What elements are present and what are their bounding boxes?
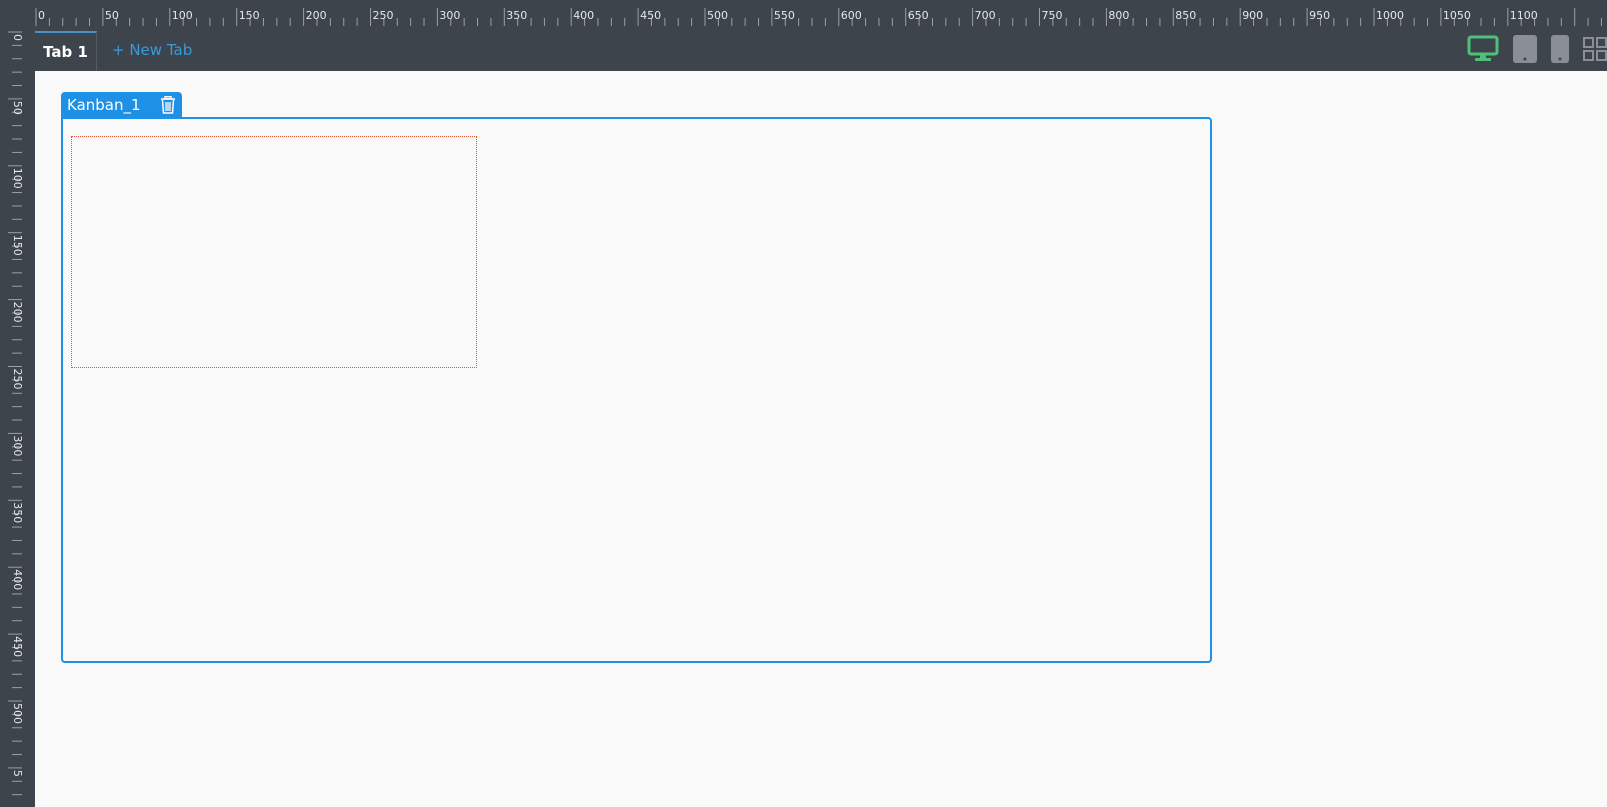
tab-bar: Tab 1 + New Tab [34, 30, 1607, 71]
ruler-label: 200 [306, 9, 327, 22]
tablet-icon[interactable] [1513, 35, 1537, 67]
ruler-label: 300 [11, 435, 24, 456]
ruler-label: 150 [11, 235, 24, 256]
ruler-label: 100 [11, 168, 24, 189]
ruler-label: 500 [707, 9, 728, 22]
kanban-widget[interactable] [61, 117, 1212, 663]
design-canvas[interactable]: Kanban_1 [35, 71, 1607, 807]
ruler-label: 950 [1309, 9, 1330, 22]
ruler-label: 350 [506, 9, 527, 22]
ruler-label: 1000 [1376, 9, 1404, 22]
ruler-label: 250 [373, 9, 394, 22]
ruler-label: 450 [640, 9, 661, 22]
ruler-label: 550 [774, 9, 795, 22]
ruler-label: 900 [1242, 9, 1263, 22]
tab-1[interactable]: Tab 1 [35, 31, 97, 71]
vertical-ruler: 0 50 100 150 200 250 300 350 400 450 500 5 [0, 30, 34, 807]
ruler-label: 450 [11, 636, 24, 657]
ruler-label: 700 [975, 9, 996, 22]
ruler-label: 0 [38, 9, 45, 22]
grid-icon[interactable] [1583, 37, 1607, 65]
ruler-label: 800 [1108, 9, 1129, 22]
kanban-column-placeholder[interactable] [71, 136, 477, 368]
ruler-label: 300 [439, 9, 460, 22]
ruler-label: 50 [11, 101, 24, 115]
new-tab-button[interactable]: + New Tab [112, 39, 192, 61]
ruler-label: 1050 [1443, 9, 1471, 22]
ruler-label: 400 [573, 9, 594, 22]
ruler-label: 600 [841, 9, 862, 22]
ruler-label: 50 [105, 9, 119, 22]
ruler-label: 750 [1042, 9, 1063, 22]
phone-icon[interactable] [1551, 35, 1569, 67]
desktop-icon[interactable] [1467, 35, 1499, 67]
horizontal-ruler: 0 50 100 150 200 250 300 350 400 450 500 550 600 650 7… [34, 0, 1607, 30]
ruler-label: 250 [11, 369, 24, 390]
ruler-label: 150 [239, 9, 260, 22]
ruler-label: 1100 [1510, 9, 1538, 22]
ruler-label: 650 [908, 9, 929, 22]
ruler-label: 500 [11, 703, 24, 724]
ruler-corner [0, 0, 34, 30]
trash-icon [161, 95, 175, 114]
ruler-label: 5 [11, 770, 24, 777]
ruler-label: 100 [172, 9, 193, 22]
ruler-label: 0 [11, 34, 24, 41]
widget-name-label: Kanban_1 [67, 95, 141, 114]
ruler-label: 850 [1175, 9, 1196, 22]
widget-name-tag[interactable]: Kanban_1 [61, 92, 182, 117]
delete-widget-button[interactable] [157, 94, 179, 116]
ruler-label: 400 [11, 569, 24, 590]
device-preview-switcher [1467, 35, 1607, 67]
ruler-label: 200 [11, 302, 24, 323]
ruler-label: 350 [11, 502, 24, 523]
